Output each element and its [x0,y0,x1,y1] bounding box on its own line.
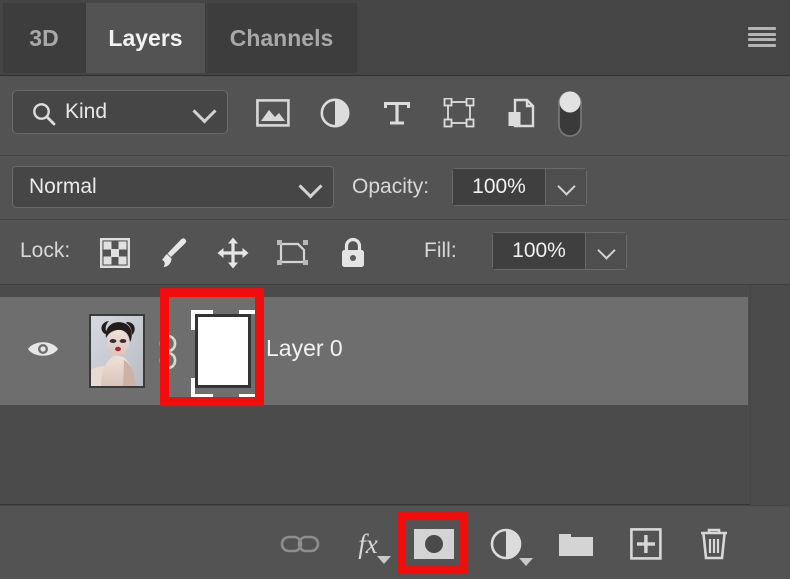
tab-layers[interactable]: Layers [86,3,206,73]
artboard-icon [276,238,310,268]
tab-channels[interactable]: Channels [207,3,357,73]
fill-field[interactable]: 100% [492,232,627,270]
layer-filter-row: Kind [0,76,790,156]
delete-layer-button[interactable] [690,522,738,566]
padlock-icon [338,236,368,270]
blend-mode-value: Normal [29,175,97,198]
chevron-down-icon [557,177,576,196]
chevron-down-icon [597,241,616,260]
type-t-icon [382,98,412,128]
filter-pixel-layers[interactable] [252,92,294,134]
chevron-down-icon [298,174,323,199]
shape-bounding-box-icon [443,98,475,128]
trash-icon [698,527,730,561]
fill-label: Fill: [424,239,457,262]
filter-type-layers[interactable] [376,92,418,134]
filter-shape-layers[interactable] [438,92,480,134]
link-chain-icon [280,533,320,555]
add-layer-mask-button-highlight [398,512,468,574]
opacity-value: 100% [453,169,545,205]
opacity-field[interactable]: 100% [452,168,587,206]
layer-mask-thumbnail-highlight [160,288,264,406]
tab-3d-label: 3D [29,24,59,51]
layer-style-menu-arrow[interactable] [377,556,391,564]
tab-layers-label: Layers [108,24,183,51]
hamburger-menu-icon[interactable] [748,24,776,50]
layer-list-scrollbar[interactable] [750,285,790,505]
lock-position[interactable] [212,232,254,274]
filter-kind-dropdown[interactable]: Kind [12,90,228,134]
new-fill-adjustment-button[interactable] [482,522,533,566]
adjustment-half-circle-icon [319,97,351,129]
search-icon [31,101,57,127]
layer-visibility-eye-icon[interactable] [26,337,60,363]
lock-image-pixels[interactable] [152,232,194,274]
layer-thumbnail-cell[interactable] [78,297,157,405]
plus-square-icon [630,528,662,560]
lock-label: Lock: [20,239,71,262]
filter-adjustment-layers[interactable] [314,92,356,134]
lock-row: Lock: Fill: 100% [0,220,790,285]
layer-style-button[interactable]: fx [344,522,392,566]
opacity-dropdown-button[interactable] [545,169,586,205]
filter-toggle-switch-icon[interactable] [552,88,588,140]
folder-icon [557,529,595,559]
portrait-photo-thumbnail[interactable] [89,314,145,388]
fx-icon: fx [358,528,378,559]
tab-channels-label: Channels [229,24,334,51]
chevron-down-icon [192,99,217,124]
lock-artboard-nesting[interactable] [272,232,314,274]
lock-all[interactable] [332,232,374,274]
new-group-button[interactable] [552,522,600,566]
filter-smart-objects[interactable] [500,92,542,134]
adjustment-half-circle-icon [489,527,523,561]
table-row[interactable]: Layer 0 [0,297,748,405]
fill-value: 100% [493,233,585,269]
panel-tab-bar: 3D Layers Channels [0,0,790,76]
link-layers-button[interactable] [276,522,324,566]
filter-kind-label: Kind [65,100,108,123]
checkerboard-icon [100,238,130,268]
photoshop-layers-panel: 3D Layers Channels Kind Normal Opacity: … [0,0,790,579]
new-fill-adjustment-menu-arrow[interactable] [519,558,533,566]
layers-bottom-toolbar: fx [0,505,790,579]
smart-object-icon [506,97,536,129]
opacity-label: Opacity: [352,175,430,198]
fill-dropdown-button[interactable] [585,233,626,269]
blend-mode-row: Normal Opacity: 100% [0,156,790,220]
move-arrows-icon [216,236,250,270]
brush-icon [156,236,190,270]
layer-list[interactable]: Layer 0 [0,285,790,505]
image-icon [256,99,290,127]
tab-3d[interactable]: 3D [3,3,86,73]
new-layer-button[interactable] [622,522,670,566]
blend-mode-dropdown[interactable]: Normal [12,166,334,208]
lock-transparent-pixels[interactable] [94,232,136,274]
layer-name[interactable]: Layer 0 [266,335,343,362]
